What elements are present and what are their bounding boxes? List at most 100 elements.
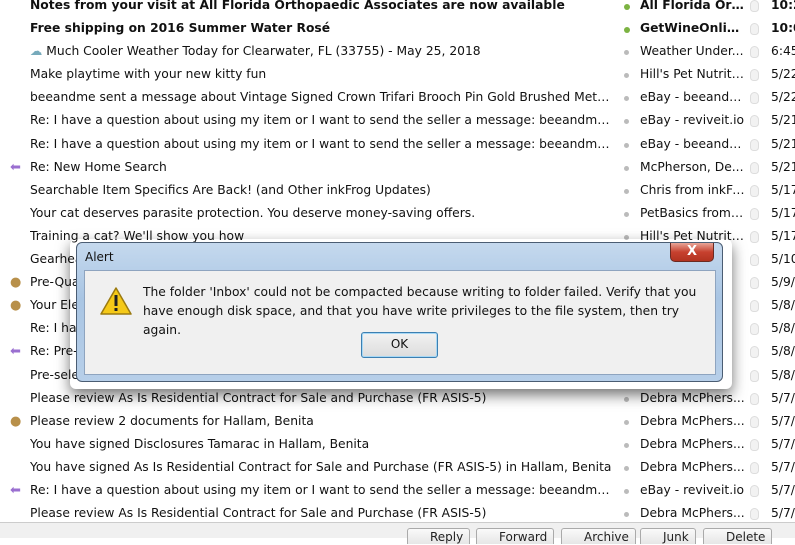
ok-button[interactable]: OK [361, 332, 438, 358]
junk-status-icon[interactable] [750, 138, 759, 151]
subject-text: Searchable Item Specifics Are Back! (and… [30, 182, 431, 197]
subject-text: Please review As Is Residential Contract… [30, 390, 487, 405]
message-row[interactable]: Your cat deserves parasite protection. Y… [0, 202, 795, 225]
message-subject: beeandme sent a message about Vintage Si… [30, 86, 615, 109]
archive-button[interactable]: Archive [561, 528, 636, 544]
dialog-title: Alert [85, 250, 114, 264]
message-sender: Debra McPhers... [640, 436, 745, 451]
message-sender: eBay - reviveit.io [640, 482, 745, 497]
junk-status-icon[interactable] [750, 415, 759, 428]
read-status-icon[interactable] [624, 419, 629, 425]
message-row[interactable]: Re: I have a question about using my ite… [0, 109, 795, 132]
junk-status-icon[interactable] [750, 461, 759, 474]
message-subject: Notes from your visit at All Florida Ort… [30, 0, 615, 17]
read-status-icon[interactable] [624, 4, 630, 10]
message-sender: Debra McPhers... [640, 390, 745, 405]
subject-text: You have signed Disclosures Tamarac in H… [30, 436, 370, 451]
message-subject: Re: New Home Search [30, 156, 615, 179]
message-subject: Searchable Item Specifics Are Back! (and… [30, 179, 615, 202]
subject-text: Re: I have a question about using my ite… [30, 113, 615, 128]
read-status-icon[interactable] [624, 27, 630, 34]
junk-status-icon[interactable] [750, 277, 759, 290]
message-row[interactable]: Re: I have a question about using my ite… [0, 133, 795, 156]
message-row[interactable]: Please review As Is Residential Contract… [0, 387, 795, 410]
message-sender: eBay - beeandme [640, 90, 746, 105]
read-status-icon[interactable] [624, 211, 629, 217]
junk-status-icon[interactable] [750, 184, 759, 197]
junk-status-icon[interactable] [750, 508, 759, 521]
message-date: 10:0 [771, 21, 795, 36]
message-date: 5/9/ [771, 275, 795, 290]
junk-status-icon[interactable] [750, 92, 759, 105]
junk-status-icon[interactable] [750, 300, 759, 313]
subject-text: Re: I have a question about using my ite… [30, 482, 615, 497]
message-date: 5/21 [771, 113, 795, 128]
message-subject: Re: I have a question about using my ite… [30, 479, 615, 502]
message-row[interactable]: beeandme sent a message about Vintage Si… [0, 86, 795, 109]
junk-status-icon[interactable] [750, 0, 759, 12]
read-status-icon[interactable] [624, 488, 629, 494]
replied-icon: ⬅ [10, 344, 21, 360]
replied-icon: ⬅ [10, 159, 21, 175]
junk-status-icon[interactable] [750, 69, 759, 82]
message-date: 5/8/ [771, 298, 795, 313]
message-row[interactable]: ⬅ Re: New Home Search McPherson, De... 5/21 [0, 156, 795, 179]
junk-status-icon[interactable] [750, 161, 759, 174]
message-row[interactable]: Make playtime with your new kitty fun Hil… [0, 63, 795, 86]
subject-text: Please review 2 documents for Hallam, Be… [30, 413, 314, 428]
junk-status-icon[interactable] [750, 323, 759, 336]
message-subject: You have signed Disclosures Tamarac in H… [30, 433, 615, 456]
subject-text: Make playtime with your new kitty fun [30, 67, 267, 82]
message-subject: Make playtime with your new kitty fun [30, 63, 615, 86]
junk-status-icon[interactable] [750, 23, 759, 36]
tag-icon: ● [10, 413, 22, 429]
forward-button[interactable]: Forward [476, 528, 555, 544]
read-status-icon[interactable] [624, 396, 629, 402]
read-status-icon[interactable] [624, 73, 629, 79]
reply-button[interactable]: Reply [407, 528, 471, 544]
message-date: 5/10 [771, 252, 795, 267]
junk-status-icon[interactable] [750, 484, 759, 497]
junk-status-icon[interactable] [750, 115, 759, 128]
read-status-icon[interactable] [624, 142, 629, 148]
message-row[interactable]: Free shipping on 2016 Summer Water Rosé G… [0, 17, 795, 40]
read-status-icon[interactable] [624, 442, 629, 448]
message-date: 5/8/ [771, 321, 795, 336]
message-sender: eBay - beeandme [640, 136, 746, 151]
read-status-icon[interactable] [624, 50, 629, 56]
junk-status-icon[interactable] [750, 346, 759, 359]
read-status-icon[interactable] [624, 512, 629, 518]
message-date: 5/7/ [771, 390, 795, 405]
read-status-icon[interactable] [624, 165, 629, 171]
tag-icon: ● [10, 275, 22, 291]
read-status-icon[interactable] [624, 465, 629, 471]
read-status-icon[interactable] [624, 119, 629, 125]
message-date: 5/8/ [771, 344, 795, 359]
close-button[interactable]: X [670, 243, 714, 262]
message-row[interactable]: You have signed As Is Residential Contra… [0, 456, 795, 479]
message-row[interactable]: Searchable Item Specifics Are Back! (and… [0, 179, 795, 202]
subject-text: beeandme sent a message about Vintage Si… [30, 90, 615, 105]
message-row[interactable]: ● Please review 2 documents for Hallam, B… [0, 410, 795, 433]
junk-status-icon[interactable] [750, 230, 759, 243]
junk-status-icon[interactable] [750, 369, 759, 382]
message-row[interactable]: Notes from your visit at All Florida Ort… [0, 0, 795, 17]
read-status-icon[interactable] [624, 188, 629, 194]
message-row[interactable]: ⬅ Re: I have a question about using my it… [0, 479, 795, 502]
weather-icon: ☁ [30, 44, 43, 59]
message-row[interactable]: You have signed Disclosures Tamarac in H… [0, 433, 795, 456]
junk-status-icon[interactable] [750, 438, 759, 451]
junk-status-icon[interactable] [750, 392, 759, 405]
message-sender: Weather Under... [640, 44, 744, 59]
read-status-icon[interactable] [624, 96, 629, 102]
delete-button[interactable]: Delete [703, 528, 773, 544]
junk-status-icon[interactable] [750, 46, 759, 59]
message-sender: eBay - reviveit.io [640, 113, 745, 128]
junk-button[interactable]: Junk [640, 528, 696, 544]
junk-status-icon[interactable] [750, 254, 759, 267]
message-sender: Chris from inkFr... [640, 182, 746, 197]
message-row[interactable]: ☁ Much Cooler Weather Today for Clearwate… [0, 40, 795, 63]
subject-text: Notes from your visit at All Florida Ort… [30, 0, 565, 12]
message-date: 5/7/ [771, 413, 795, 428]
junk-status-icon[interactable] [750, 207, 759, 220]
